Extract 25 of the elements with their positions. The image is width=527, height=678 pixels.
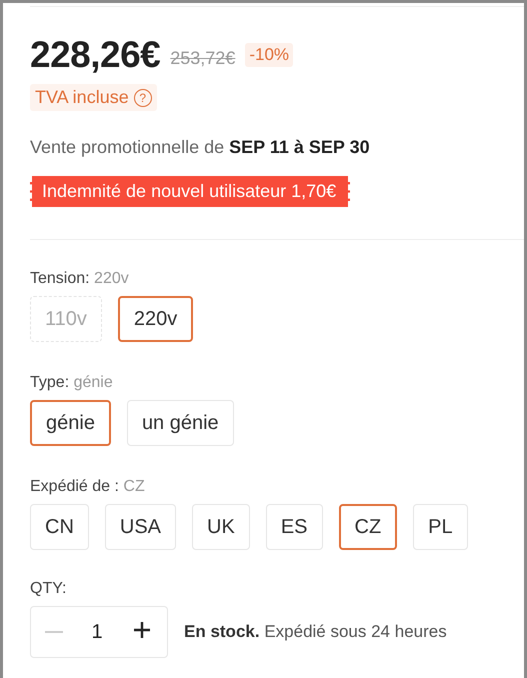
option-button[interactable]: génie bbox=[30, 400, 111, 446]
minus-icon bbox=[45, 631, 63, 633]
coupon-banner: Indemnité de nouvel utilisateur 1,70€ bbox=[30, 176, 350, 207]
option-value: CZ bbox=[123, 478, 145, 495]
option-value: 220v bbox=[94, 270, 129, 287]
option-label: Expédié de : bbox=[30, 478, 119, 495]
option-label: Type: bbox=[30, 374, 70, 391]
option-button[interactable]: UK bbox=[192, 504, 250, 550]
quantity-value[interactable]: 1 bbox=[91, 620, 103, 644]
discount-label: -10% bbox=[245, 43, 294, 67]
stock-status-text: En stock. Expédié sous 24 heures bbox=[184, 622, 447, 642]
option-label: Tension: bbox=[30, 270, 90, 287]
tax-note-text: TVA incluse bbox=[35, 87, 129, 108]
option-value: génie bbox=[74, 374, 113, 391]
promo-period-text: Vente promotionnelle de SEP 11 à SEP 30 bbox=[30, 137, 371, 158]
current-price: 228,26€ bbox=[30, 34, 160, 76]
original-price: 253,72€ bbox=[170, 48, 236, 68]
option-button[interactable]: CZ bbox=[338, 504, 398, 550]
quantity-label: QTY: bbox=[30, 580, 66, 597]
option-button[interactable]: ES bbox=[266, 504, 322, 550]
option-button[interactable]: un génie bbox=[126, 400, 234, 446]
option-button[interactable]: 220v bbox=[118, 296, 194, 342]
option-button[interactable]: CN bbox=[30, 504, 89, 550]
option-button[interactable]: PL bbox=[413, 504, 468, 550]
option-button[interactable]: USA bbox=[104, 504, 176, 550]
